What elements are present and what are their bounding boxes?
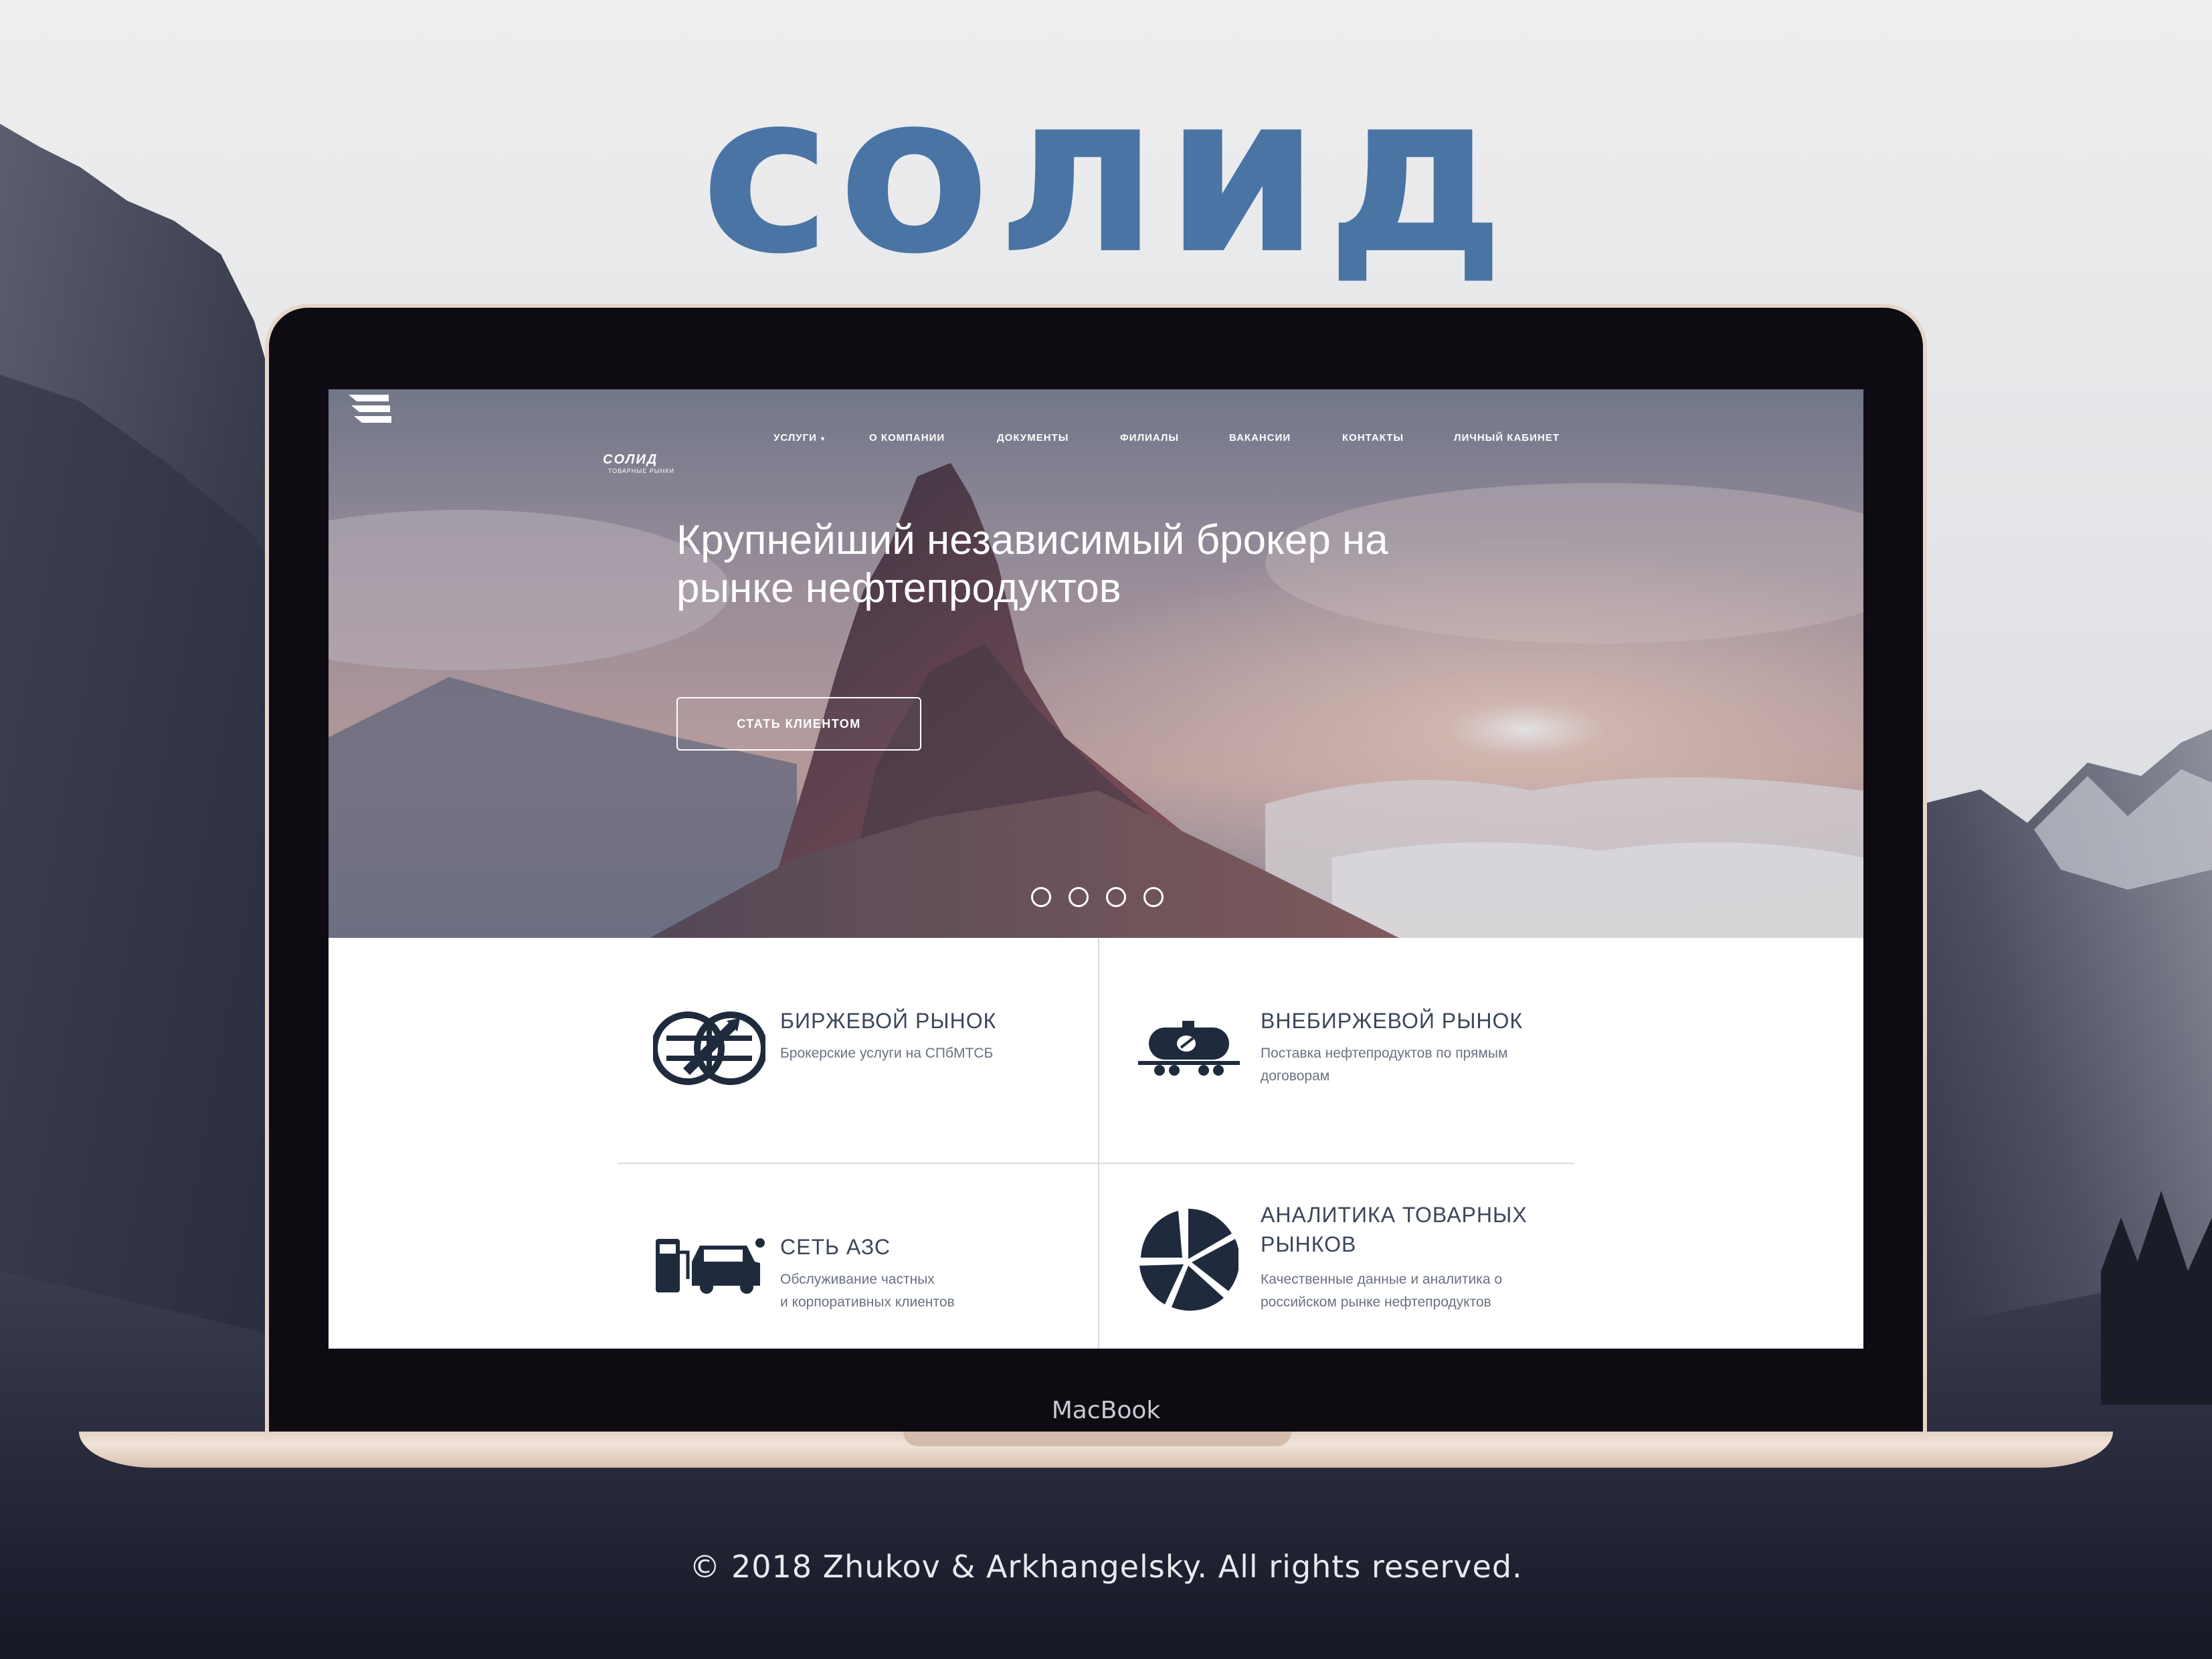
logo-subtitle: ТОВАРНЫЕ РЫНКИ	[608, 468, 674, 474]
become-client-button[interactable]: СТАТЬ КЛИЕНТОМ	[676, 697, 921, 751]
hero-heading-line-2: рынке нефтепродуктов	[676, 565, 1121, 611]
hero-mountain-image	[329, 389, 1863, 938]
service-title: БИРЖЕВОЙ РЫНОК	[780, 1009, 997, 1033]
nav-item-branches[interactable]: ФИЛИАЛЫ	[1120, 432, 1179, 444]
service-description: Поставка нефтепродуктов по прямым догово…	[1261, 1046, 1508, 1084]
pie-analytics-icon	[1139, 1208, 1238, 1311]
gas-station-car-icon	[656, 1238, 765, 1294]
hero-heading-line-1: Крупнейший независимый брокер на	[676, 517, 1388, 563]
nav-item-vacancies[interactable]: ВАКАНСИИ	[1229, 432, 1291, 444]
laptop-notch	[903, 1432, 1291, 1446]
macbook-label: MacBook	[1051, 1397, 1161, 1424]
slider-dot-2[interactable]	[1069, 887, 1089, 907]
service-title: ВНЕБИРЖЕВОЙ РЫНОК	[1261, 1009, 1524, 1033]
website-screen: СОЛИД ТОВАРНЫЕ РЫНКИ УСЛУГИ ▾ О КОМПАНИИ …	[329, 389, 1863, 1349]
hero-section: СОЛИД ТОВАРНЫЕ РЫНКИ УСЛУГИ ▾ О КОМПАНИИ …	[329, 389, 1863, 938]
divider-vertical	[1098, 938, 1099, 1349]
slider-dot-4[interactable]	[1143, 887, 1164, 907]
brand-title: солид	[701, 45, 1511, 302]
service-title-line-1: АНАЛИТИКА ТОВАРНЫХ	[1261, 1203, 1528, 1227]
service-description: Брокерские услуги на СПбМТСБ	[780, 1046, 994, 1061]
nav-item-label: УСЛУГИ	[773, 432, 817, 444]
hero-heading: Крупнейший независимый брокер на рынке н…	[676, 516, 1546, 613]
nav-item-contacts[interactable]: КОНТАКТЫ	[1342, 432, 1404, 444]
globe-exchange-icon	[653, 1011, 765, 1085]
slider-dot-3[interactable]	[1106, 887, 1126, 907]
service-description: Качественные данные и аналитика о россий…	[1261, 1272, 1503, 1310]
company-logo-icon[interactable]	[329, 389, 409, 450]
services-section: БИРЖЕВОЙ РЫНОК Брокерские услуги на СПбМ…	[329, 938, 1863, 1349]
logo-name: СОЛИД	[603, 452, 658, 467]
service-description: Обслуживание частных и корпоративных кли…	[780, 1272, 955, 1310]
nav-item-about[interactable]: О КОМПАНИИ	[869, 432, 945, 444]
nav-item-services[interactable]: УСЛУГИ ▾	[773, 432, 825, 444]
chevron-down-icon: ▾	[820, 435, 825, 443]
divider-horizontal	[618, 1163, 1574, 1164]
nav-item-account[interactable]: ЛИЧНЫЙ КАБИНЕТ	[1454, 432, 1560, 444]
slider-dot-1[interactable]	[1031, 887, 1051, 907]
nav-item-documents[interactable]: ДОКУМЕНТЫ	[997, 432, 1069, 444]
service-title: АНАЛИТИКА ТОВАРНЫХ РЫНКОВ	[1261, 1200, 1528, 1259]
service-title-line-2: РЫНКОВ	[1261, 1232, 1357, 1256]
service-title: СЕТЬ АЗС	[780, 1235, 891, 1259]
tank-car-icon	[1138, 1021, 1240, 1076]
copyright-text: © 2018 Zhukov & Arkhangelsky. All rights…	[689, 1549, 1523, 1585]
